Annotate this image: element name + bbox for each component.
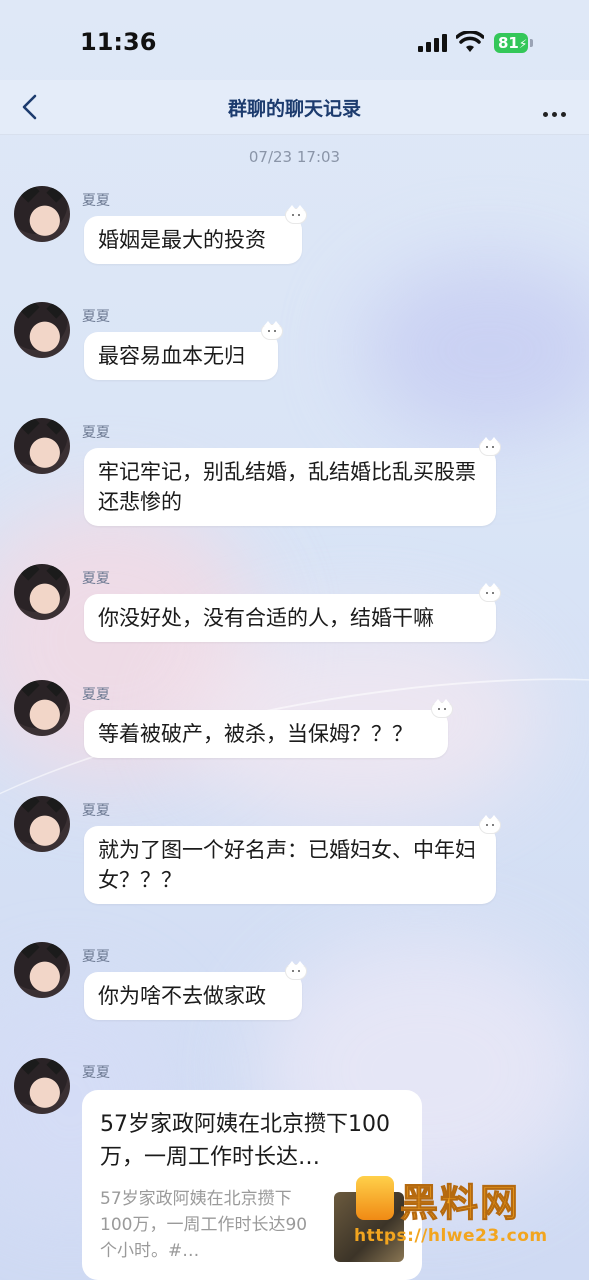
avatar[interactable]	[14, 942, 70, 998]
sender-name: 夏夏	[82, 193, 110, 209]
message-text: 等着被破产，被杀，当保姆？？？	[98, 722, 413, 746]
cat-ears-decoration-icon	[480, 437, 500, 455]
ellipsis-icon[interactable]	[543, 102, 577, 117]
charging-bolt-icon: ⚡	[518, 37, 528, 51]
watermark-logo: 黑料网 https://hlwe23.com	[350, 1172, 580, 1252]
cellular-signal-icon	[418, 34, 447, 52]
nav-bar: 群聊的聊天记录	[0, 80, 589, 135]
sender-name: 夏夏	[82, 949, 110, 965]
message-text: 你没好处，没有合适的人，结婚干嘛	[98, 606, 434, 630]
sender-name: 夏夏	[82, 1065, 110, 1081]
avatar[interactable]	[14, 680, 70, 736]
cat-ears-decoration-icon	[480, 815, 500, 833]
wifi-icon	[456, 31, 484, 52]
watermark-url: https://hlwe23.com	[354, 1226, 548, 1246]
avatar[interactable]	[14, 418, 70, 474]
sender-name: 夏夏	[82, 571, 110, 587]
cat-ears-decoration-icon	[262, 321, 282, 339]
message-text: 婚姻是最大的投资	[98, 228, 266, 252]
watermark-text: 黑料网	[399, 1181, 521, 1226]
cat-ears-decoration-icon	[432, 699, 452, 717]
message-text: 牢记牢记，别乱结婚，乱结婚比乱买股票还悲惨的	[98, 460, 476, 514]
status-time: 11:36	[80, 28, 157, 56]
message-text: 就为了图一个好名声：已婚妇女、中年妇女？？？	[98, 838, 476, 892]
message-bubble[interactable]: 最容易血本无归	[84, 321, 282, 380]
cat-ears-decoration-icon	[286, 205, 306, 223]
status-bar: 11:36 81⚡	[0, 0, 589, 80]
page-title: 群聊的聊天记录	[227, 98, 361, 120]
cat-ears-decoration-icon	[286, 961, 306, 979]
avatar[interactable]	[14, 302, 70, 358]
sender-name: 夏夏	[82, 425, 110, 441]
article-description: 57岁家政阿姨在北京攒下100万，一周工作时长达90个小时。#…	[100, 1189, 308, 1261]
sender-name: 夏夏	[82, 687, 110, 703]
message-bubble[interactable]: 你没好处，没有合适的人，结婚干嘛	[84, 583, 500, 642]
message-text: 你为啥不去做家政	[98, 984, 266, 1008]
message-timestamp: 07/23 17:03	[248, 148, 341, 166]
avatar[interactable]	[14, 796, 70, 852]
cat-ears-decoration-icon	[480, 583, 500, 601]
message-bubble[interactable]: 婚姻是最大的投资	[84, 205, 306, 264]
sender-name: 夏夏	[82, 309, 110, 325]
avatar[interactable]	[14, 1058, 70, 1114]
message-bubble[interactable]: 你为啥不去做家政	[84, 961, 306, 1020]
avatar[interactable]	[14, 186, 70, 242]
flame-logo-icon	[356, 1176, 394, 1220]
message-bubble[interactable]: 牢记牢记，别乱结婚，乱结婚比乱买股票还悲惨的	[84, 437, 500, 526]
message-bubble[interactable]: 就为了图一个好名声：已婚妇女、中年妇女？？？	[84, 815, 500, 904]
message-text: 最容易血本无归	[98, 344, 245, 368]
avatar[interactable]	[14, 564, 70, 620]
article-title: 57岁家政阿姨在北京攒下100万，一周工作时长达…	[100, 1112, 390, 1170]
sender-name: 夏夏	[82, 803, 110, 819]
message-bubble[interactable]: 等着被破产，被杀，当保姆？？？	[84, 699, 452, 758]
battery-indicator: 81⚡	[494, 33, 528, 53]
battery-cap	[530, 39, 533, 47]
